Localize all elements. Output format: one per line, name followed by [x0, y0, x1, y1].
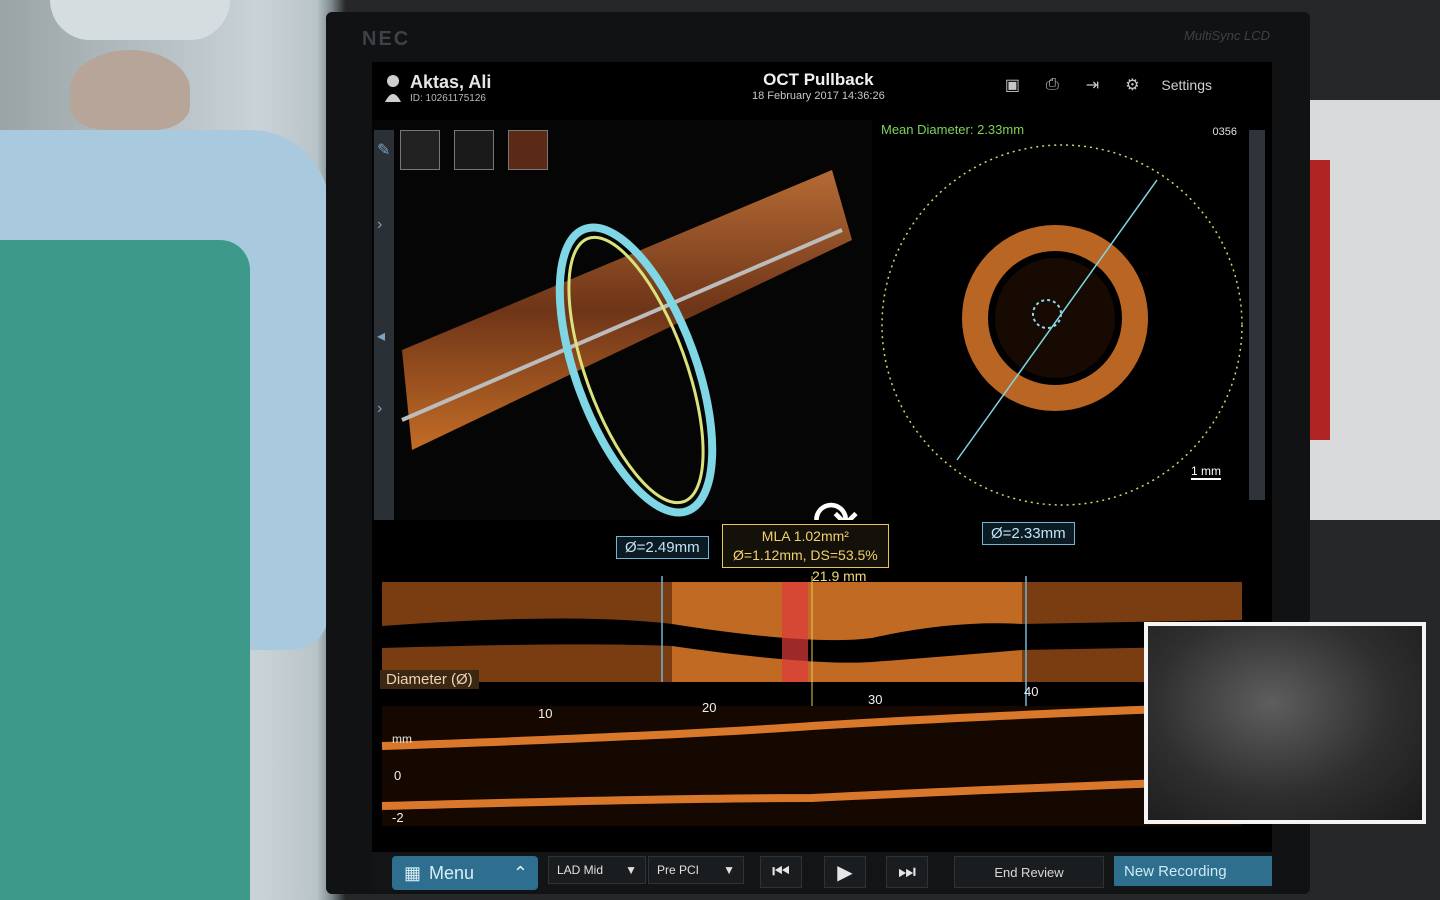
chevron-up-icon: ⌃: [512, 862, 528, 883]
right-scrollbar[interactable]: [1249, 130, 1265, 500]
patient-name: Aktas, Ali: [410, 72, 492, 92]
cart-red-panel: [1310, 160, 1330, 440]
camera-icon[interactable]: ▣: [1001, 74, 1023, 96]
vessel-render: [401, 170, 852, 517]
angiography-image: [1148, 626, 1422, 820]
export-icon[interactable]: ⇥: [1081, 74, 1103, 96]
settings-button[interactable]: Settings: [1161, 77, 1212, 93]
dropdown-arrow-icon: ▼: [625, 863, 637, 877]
surgical-lamp: [50, 0, 230, 40]
angiography-inset: [1144, 622, 1426, 824]
longitudinal-view[interactable]: Ø=2.49mm MLA 1.02mm² Ø=1.12mm, DS=53.5% …: [372, 520, 1272, 890]
step-forward-icon: ⏭: [898, 860, 916, 883]
3d-vessel-view[interactable]: ✎ › ◂ › ⟳: [372, 120, 872, 552]
play-button[interactable]: ▶: [824, 856, 866, 888]
distal-reference-diameter: Ø=2.33mm: [982, 522, 1075, 545]
tick-30: 30: [868, 692, 883, 707]
oct-cross-section: [881, 144, 1243, 506]
proximal-reference-diameter: Ø=2.49mm: [616, 536, 709, 559]
menu-button[interactable]: ▦ Menu ⌃: [392, 856, 538, 890]
mla-readout: MLA 1.02mm² Ø=1.12mm, DS=53.5%: [722, 524, 889, 568]
patient-head: [70, 50, 190, 130]
menu-label: Menu: [429, 862, 475, 883]
gear-icon[interactable]: ⚙: [1121, 74, 1143, 96]
scale-bar: 1 mm: [1191, 464, 1221, 480]
tick-40: 40: [1024, 684, 1039, 699]
diameter-label: Diameter (Ø): [380, 670, 479, 689]
lumen-profile: [381, 576, 1243, 826]
menu-grid-icon: ▦: [404, 862, 422, 883]
mla-area: MLA 1.02mm²: [761, 528, 849, 544]
depth-minus2: -2: [392, 810, 404, 825]
mla-diameter-stenosis: Ø=1.12mm, DS=53.5%: [733, 547, 878, 563]
user-icon: [385, 75, 401, 102]
tick-20: 20: [702, 700, 717, 715]
monitor-brand: NEC: [362, 28, 411, 50]
step-forward-button[interactable]: ⏭: [886, 856, 928, 888]
step-back-icon: ⏮: [772, 860, 790, 883]
end-review-button[interactable]: End Review: [954, 856, 1104, 888]
print-icon[interactable]: ⎙: [1041, 74, 1063, 96]
tick-10: 10: [538, 706, 553, 721]
step-back-button[interactable]: ⏮: [760, 856, 802, 888]
cross-section-view[interactable]: Mean Diameter: 2.33mm 0356 1 mm: [877, 120, 1267, 520]
monitor-model: MultiSync LCD: [1184, 28, 1270, 43]
page-title: OCT Pullback: [763, 70, 874, 89]
green-drape: [0, 240, 250, 900]
equipment-cart: [1310, 100, 1440, 520]
vessel-select[interactable]: LAD Mid ▼: [548, 856, 646, 884]
patient-info: Aktas, Ali ID: 10261175126: [384, 72, 491, 104]
header-bar: Aktas, Ali ID: 10261175126 OCT Pullback …: [372, 62, 1272, 118]
new-recording-button[interactable]: New Recording: [1114, 856, 1272, 886]
recording-datetime: 18 February 2017 14:36:26: [752, 90, 885, 102]
depth-zero: 0: [394, 768, 402, 783]
play-icon: ▶: [837, 861, 853, 884]
bottom-bar: ▦ Menu ⌃ LAD Mid ▼ Pre PCI ▼ ⏮ ▶ ⏭ End R…: [372, 852, 1272, 890]
title-block: OCT Pullback 18 February 2017 14:36:26: [752, 70, 885, 102]
oct-screen: Aktas, Ali ID: 10261175126 OCT Pullback …: [372, 62, 1272, 890]
header-toolbar: ▣ ⎙ ⇥ ⚙ Settings: [1001, 74, 1212, 96]
patient-id: ID: 10261175126: [410, 93, 486, 104]
stage-select-value: Pre PCI: [657, 863, 700, 877]
axis-unit: mm: [392, 732, 412, 746]
stage-select[interactable]: Pre PCI ▼: [648, 856, 744, 884]
dropdown-arrow-icon: ▼: [723, 863, 735, 877]
vessel-select-value: LAD Mid: [557, 863, 604, 877]
